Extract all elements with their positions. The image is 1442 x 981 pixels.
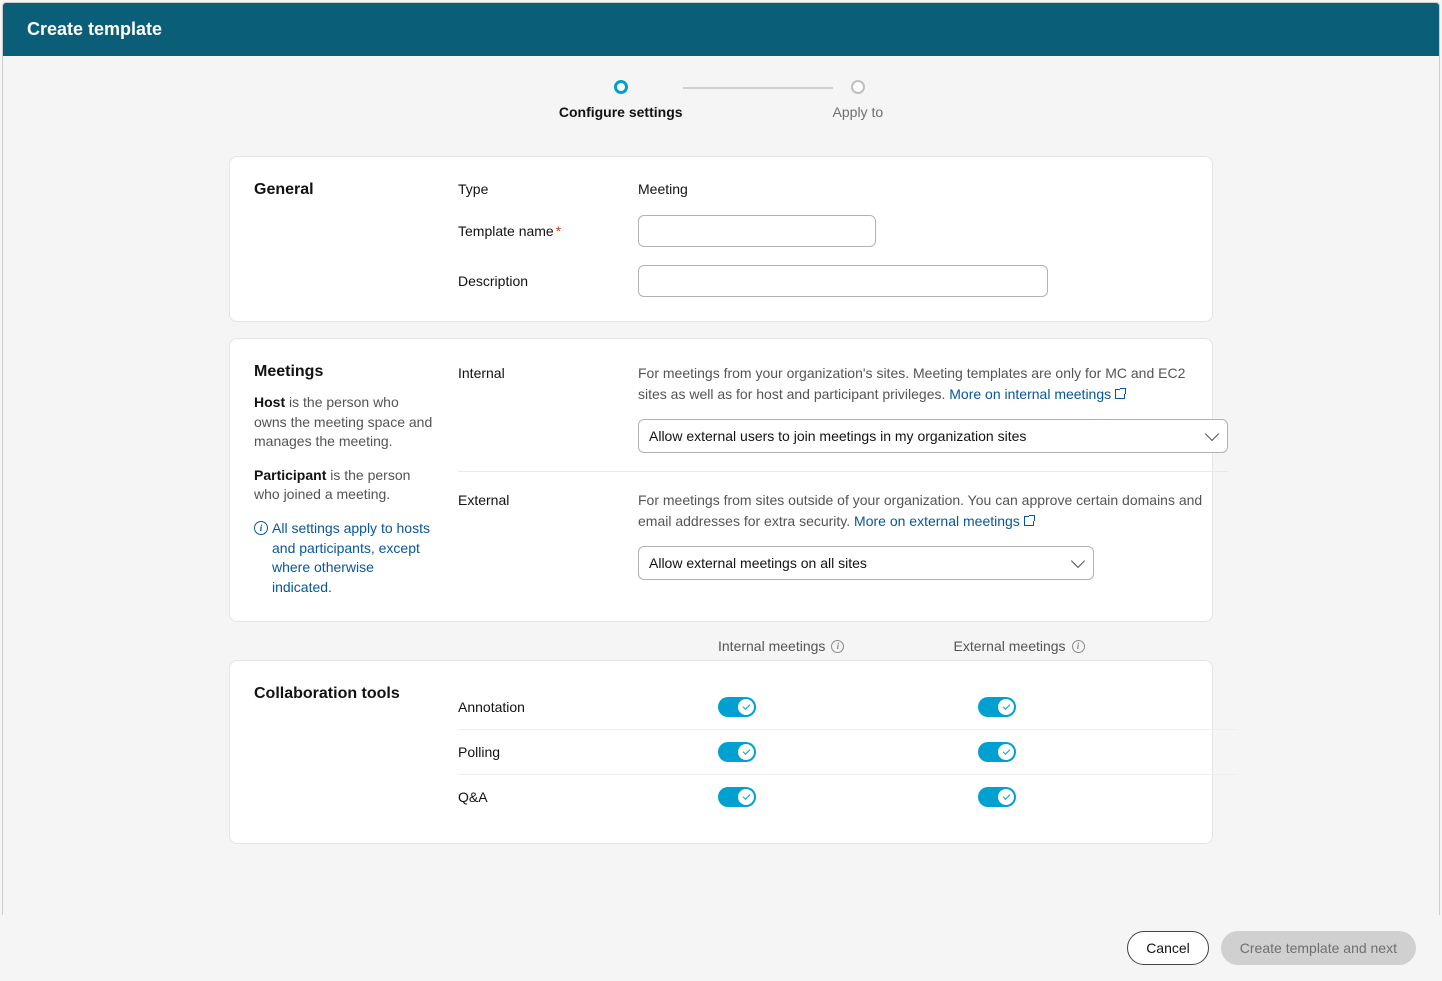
type-label: Type <box>458 181 638 197</box>
collaboration-tools-card: Collaboration tools Annotation <box>229 660 1213 844</box>
external-label: External <box>458 490 638 508</box>
annotation-internal-toggle[interactable] <box>718 697 756 717</box>
participant-description: Participant is the person who joined a m… <box>254 466 434 505</box>
description-input[interactable] <box>638 265 1048 297</box>
step-apply-to[interactable]: Apply to <box>833 80 884 120</box>
check-icon <box>1002 792 1010 800</box>
template-name-input[interactable] <box>638 215 876 247</box>
check-icon <box>1002 702 1010 710</box>
internal-meetings-column: Internal meetings i <box>718 638 954 654</box>
info-icon[interactable]: i <box>831 640 844 653</box>
annotation-external-toggle[interactable] <box>978 697 1016 717</box>
check-icon <box>742 747 750 755</box>
step-configure-settings[interactable]: Configure settings <box>559 80 683 120</box>
footer-actions: Cancel Create template and next <box>2 915 1440 951</box>
collaboration-tools-heading: Collaboration tools <box>254 685 434 703</box>
collab-column-headers: Internal meetings i External meetings i <box>229 638 1213 654</box>
stepper: Configure settings Apply to <box>3 56 1439 132</box>
step-label: Apply to <box>833 104 884 120</box>
polling-row: Polling <box>458 730 1238 775</box>
settings-info-note: i All settings apply to hosts and partic… <box>254 519 434 597</box>
info-icon: i <box>254 521 268 535</box>
description-label: Description <box>458 273 638 289</box>
external-description: For meetings from sites outside of your … <box>638 490 1208 532</box>
chevron-down-icon <box>1071 554 1085 568</box>
internal-description: For meetings from your organization's si… <box>638 363 1208 405</box>
qa-row: Q&A <box>458 775 1238 819</box>
info-icon[interactable]: i <box>1072 640 1085 653</box>
general-heading: General <box>254 181 434 199</box>
create-template-next-button[interactable]: Create template and next <box>1221 931 1416 951</box>
external-meetings-select[interactable]: Allow external meetings on all sites <box>638 546 1094 580</box>
annotation-label: Annotation <box>458 699 718 715</box>
annotation-row: Annotation <box>458 685 1238 730</box>
page-title: Create template <box>3 3 1439 56</box>
type-value: Meeting <box>638 181 688 197</box>
divider <box>458 471 1228 472</box>
qa-internal-toggle[interactable] <box>718 787 756 807</box>
qa-label: Q&A <box>458 789 718 805</box>
check-icon <box>742 702 750 710</box>
external-link-icon <box>1115 389 1125 399</box>
template-name-label: Template name* <box>458 223 638 239</box>
general-card: General Type Meeting Template name* De <box>229 156 1213 322</box>
step-label: Configure settings <box>559 104 683 120</box>
chevron-down-icon <box>1205 427 1219 441</box>
internal-label: Internal <box>458 363 638 381</box>
check-icon <box>1002 747 1010 755</box>
check-icon <box>742 792 750 800</box>
internal-meetings-link[interactable]: More on internal meetings <box>949 386 1125 402</box>
host-description: Host is the person who owns the meeting … <box>254 393 434 452</box>
step-connector <box>683 87 833 89</box>
external-meetings-column: External meetings i <box>954 638 1190 654</box>
qa-external-toggle[interactable] <box>978 787 1016 807</box>
cancel-button[interactable]: Cancel <box>1127 931 1209 951</box>
meetings-heading: Meetings <box>254 363 434 381</box>
polling-external-toggle[interactable] <box>978 742 1016 762</box>
polling-internal-toggle[interactable] <box>718 742 756 762</box>
external-meetings-link[interactable]: More on external meetings <box>854 513 1034 529</box>
internal-meetings-select[interactable]: Allow external users to join meetings in… <box>638 419 1228 453</box>
polling-label: Polling <box>458 744 718 760</box>
external-link-icon <box>1024 516 1034 526</box>
step-circle-icon <box>614 80 628 94</box>
step-circle-icon <box>851 80 865 94</box>
meetings-card: Meetings Host is the person who owns the… <box>229 338 1213 622</box>
